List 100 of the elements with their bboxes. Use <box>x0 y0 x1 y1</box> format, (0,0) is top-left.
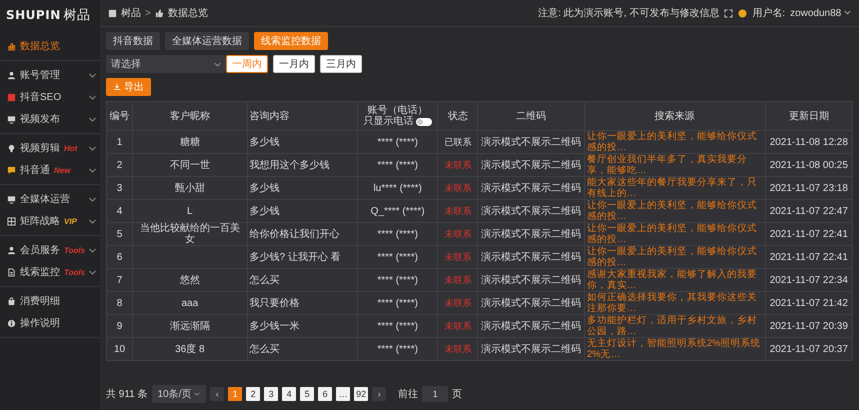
chevron-down-icon <box>89 270 96 274</box>
page-size-select[interactable]: 10条/页 <box>152 385 206 403</box>
table-cell: **** (****) <box>357 338 438 360</box>
badge-label: Tools <box>64 246 86 254</box>
table-cell: 演示模式不展示二维码 <box>478 176 584 200</box>
sidebar-item[interactable]: 会员服务 Tools <box>0 239 100 261</box>
table-cell: 2021-11-08 00:25 <box>765 154 852 176</box>
sidebar-item[interactable]: 操作说明 <box>0 312 100 334</box>
table-cell: 多少钱一米 <box>247 314 358 338</box>
search-source-text: 感谢大家重视我家，能够了解入的我要你，真实… <box>584 268 766 292</box>
toggle-label: 只显示电话 <box>364 116 414 127</box>
search-source-text: 餐厅创业我们半年多了，真实我要分享，能够吃… <box>584 154 766 176</box>
breadcrumb-item[interactable]: 数据总览 <box>168 6 208 20</box>
square-icon <box>7 92 16 102</box>
status-text: 未联系 <box>438 292 478 314</box>
sidebar-item[interactable]: 数据总览 <box>0 35 100 57</box>
page-button[interactable]: 5 <box>300 387 314 401</box>
username-dropdown[interactable]: zowodun88 <box>790 8 851 18</box>
square-icon <box>108 8 117 18</box>
table-cell: 2021-11-07 20:37 <box>765 338 852 360</box>
table-cell: L <box>132 200 248 222</box>
sidebar-item[interactable]: 账号管理 <box>0 64 100 86</box>
column-header: 编号 <box>106 102 133 130</box>
table-cell: 演示模式不展示二维码 <box>478 130 584 154</box>
page-button[interactable]: … <box>336 387 350 401</box>
status-text: 未联系 <box>438 176 478 200</box>
sidebar-item[interactable]: 线索监控 Tools <box>0 261 100 283</box>
breadcrumb-item[interactable]: 树品 <box>121 6 141 20</box>
table-cell: 多少钱 <box>247 130 358 154</box>
table-cell: 演示模式不展示二维码 <box>478 314 584 338</box>
column-header: 客户昵称 <box>132 102 248 130</box>
table-cell: **** (****) <box>357 154 438 176</box>
table-cell: **** (****) <box>357 268 438 292</box>
page-number-field[interactable]: 1 <box>422 386 448 402</box>
goto-label: 前往 <box>398 388 418 401</box>
chevron-down-icon <box>89 146 96 150</box>
sidebar-item[interactable]: 抖音SEO <box>0 86 100 108</box>
tab[interactable]: 全媒体运营数据 <box>165 32 249 50</box>
table-cell: 9 <box>106 314 133 338</box>
date-range-button[interactable]: 一月内 <box>273 55 315 73</box>
page-button[interactable]: 3 <box>264 387 278 401</box>
chevron-down-icon <box>89 168 96 172</box>
table-cell: 3 <box>106 176 133 200</box>
prev-page-button[interactable]: ‹ <box>210 387 224 401</box>
table-cell: 怎么买 <box>247 338 358 360</box>
table-cell: 演示模式不展示二维码 <box>478 268 584 292</box>
grid-icon <box>7 216 16 226</box>
table-cell: **** (****) <box>357 130 438 154</box>
toggle-switch[interactable] <box>416 118 432 126</box>
table-cell: 渐远渐隔 <box>132 314 248 338</box>
table-cell: 悠然 <box>132 268 248 292</box>
sidebar-item[interactable]: 全媒体运营 <box>0 188 100 210</box>
logo-text: 树品 <box>64 6 91 24</box>
sidebar-item[interactable]: 抖音通 New <box>0 159 100 181</box>
chat-bubble-icon <box>7 166 16 174</box>
sidebar-item[interactable]: 视频剪辑 Hot <box>0 137 100 159</box>
status-text: 未联系 <box>438 314 478 338</box>
table-cell: 多少钱? 让我开心 看 <box>247 246 358 268</box>
table-cell: 2021-11-08 12:28 <box>765 130 852 154</box>
table-cell: 6 <box>106 246 133 268</box>
table-cell: 演示模式不展示二维码 <box>478 292 584 314</box>
badge-label: VIP <box>64 216 77 226</box>
thumbs-up-icon <box>154 8 164 18</box>
page-button[interactable]: 6 <box>318 387 332 401</box>
sidebar-item[interactable]: 矩阵战略 VIP <box>0 210 100 232</box>
table-cell: 我想用这个多少钱 <box>247 154 358 176</box>
status-text: 未联系 <box>438 200 478 222</box>
table-cell: 2021-11-07 21:42 <box>765 292 852 314</box>
fullscreen-icon[interactable] <box>724 8 734 18</box>
user-avatar-icon <box>738 8 748 18</box>
table-cell: Q_**** (****) <box>357 200 438 222</box>
search-source-text: 让你一眼爱上的美利坚，能够给你仪式感的投… <box>584 200 766 222</box>
tab[interactable]: 抖音数据 <box>106 32 160 50</box>
notice-text: 注意: 此为演示账号, 不可发布与修改信息 <box>538 6 720 20</box>
page-button[interactable]: 4 <box>282 387 296 401</box>
table-cell: **** (****) <box>357 246 438 268</box>
date-range-button[interactable]: 三月内 <box>320 55 362 73</box>
table-cell: 多少钱 <box>247 176 358 200</box>
table-cell: **** (****) <box>357 222 438 246</box>
sidebar-item[interactable]: 视频发布 <box>0 108 100 130</box>
table-cell: 当他比较献给的一百美女 <box>132 222 248 246</box>
username-label: 用户名: <box>752 6 786 20</box>
table-cell: 2021-11-07 22:41 <box>765 246 852 268</box>
next-page-button[interactable]: › <box>372 387 386 401</box>
sidebar-item[interactable]: 消费明细 <box>0 290 100 312</box>
select-field[interactable]: 请选择 <box>106 55 226 73</box>
page-button[interactable]: 92 <box>354 387 368 401</box>
table-cell: 4 <box>106 200 133 222</box>
search-source-text: 能大家这些年的餐厅我要分享来了，只有线上的… <box>584 176 766 200</box>
total-count: 共 911 条 <box>106 388 148 401</box>
breadcrumb-separator: > <box>145 8 151 18</box>
badge-label: Tools <box>64 268 86 276</box>
table-cell: 2021-11-07 22:34 <box>765 268 852 292</box>
page-button[interactable]: 2 <box>246 387 260 401</box>
search-source-text: 让你一眼爱上的美利坚，能够给你仪式感的投… <box>584 222 766 246</box>
status-text: 未联系 <box>438 246 478 268</box>
chevron-down-icon <box>89 248 96 252</box>
column-header: 状态 <box>438 102 478 130</box>
status-text: 已联系 <box>438 130 478 154</box>
monitor-icon <box>7 194 16 204</box>
